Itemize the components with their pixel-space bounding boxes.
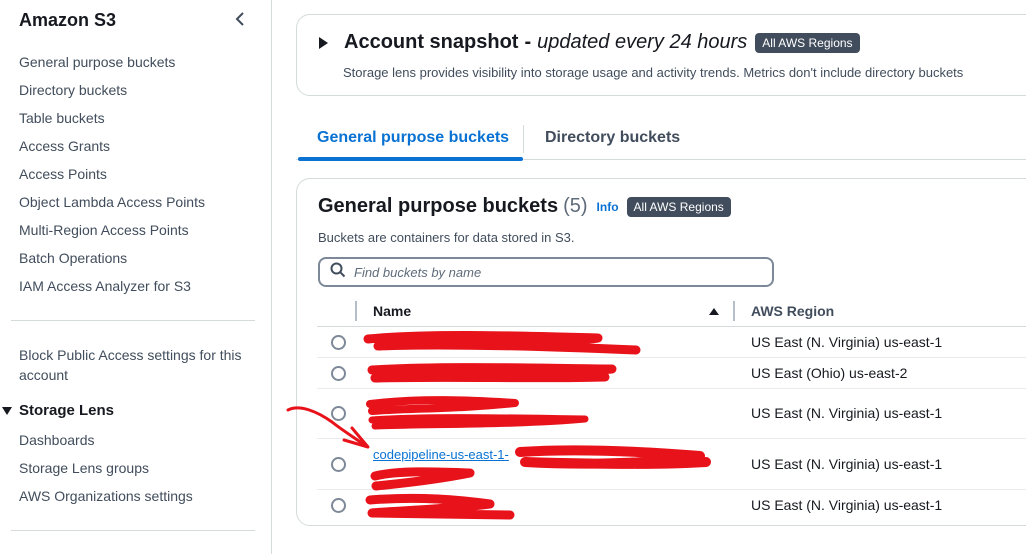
table-row: US East (N. Virginia) us-east-1 bbox=[317, 327, 1026, 358]
row-select-radio[interactable] bbox=[331, 498, 346, 513]
general-purpose-buckets-panel: General purpose buckets (5) Info All AWS… bbox=[296, 178, 1026, 526]
sort-ascending-icon[interactable] bbox=[709, 308, 719, 315]
sidebar-item-batch-operations[interactable]: Batch Operations bbox=[19, 248, 205, 276]
sidebar-item-general-purpose-buckets[interactable]: General purpose buckets bbox=[19, 52, 205, 80]
sidebar-navigation: Amazon S3 General purpose buckets Direct… bbox=[0, 0, 272, 554]
table-header: Name AWS Region bbox=[317, 297, 1026, 327]
buckets-title: General purpose buckets bbox=[318, 195, 559, 217]
column-header-region[interactable]: AWS Region bbox=[751, 303, 834, 319]
search-icon bbox=[330, 262, 346, 283]
buckets-description: Buckets are containers for data stored i… bbox=[318, 230, 575, 245]
storage-lens-menu: Dashboards Storage Lens groups AWS Organ… bbox=[19, 430, 193, 514]
table-row: US East (Ohio) us-east-2 bbox=[317, 358, 1026, 389]
active-tab-indicator bbox=[298, 157, 523, 161]
account-snapshot-header[interactable]: Account snapshot - updated every 24 hour… bbox=[319, 31, 860, 54]
tab-divider bbox=[523, 125, 524, 153]
sidebar-item-dashboards[interactable]: Dashboards bbox=[19, 430, 193, 458]
expand-triangle-icon bbox=[2, 406, 12, 415]
table-row: US East (N. Virginia) us-east-1 bbox=[317, 389, 1026, 439]
column-divider bbox=[355, 301, 357, 321]
expand-triangle-icon bbox=[319, 36, 328, 49]
row-select-radio[interactable] bbox=[331, 406, 346, 421]
buckets-header: General purpose buckets (5) Info All AWS… bbox=[318, 195, 731, 218]
collapse-sidebar-icon[interactable] bbox=[232, 10, 250, 28]
sidebar-divider bbox=[11, 530, 255, 531]
table-row: US East (N. Virginia) us-east-1 bbox=[317, 490, 1026, 521]
sidebar-item-object-lambda-access-points[interactable]: Object Lambda Access Points bbox=[19, 192, 205, 220]
sidebar-menu: General purpose buckets Directory bucket… bbox=[19, 52, 205, 304]
sidebar-item-block-public-access[interactable]: Block Public Access settings for this ac… bbox=[19, 345, 259, 385]
region-badge: All AWS Regions bbox=[755, 32, 860, 53]
region-badge: All AWS Regions bbox=[626, 196, 731, 217]
sidebar-item-access-points[interactable]: Access Points bbox=[19, 164, 205, 192]
info-link[interactable]: Info bbox=[597, 200, 619, 214]
tab-directory-buckets[interactable]: Directory buckets bbox=[545, 129, 680, 147]
bucket-region: US East (N. Virginia) us-east-1 bbox=[751, 456, 943, 472]
bucket-region: US East (N. Virginia) us-east-1 bbox=[751, 334, 943, 350]
sidebar-divider bbox=[11, 320, 255, 321]
bucket-region: US East (Ohio) us-east-2 bbox=[751, 365, 908, 381]
sidebar-item-storage-lens-groups[interactable]: Storage Lens groups bbox=[19, 458, 193, 486]
sidebar-item-aws-organizations-settings[interactable]: AWS Organizations settings bbox=[19, 486, 193, 514]
snapshot-subtitle: updated every 24 hours bbox=[537, 31, 748, 53]
sidebar-title[interactable]: Amazon S3 bbox=[19, 10, 116, 31]
table-row: codepipeline-us-east-1- US East (N. Virg… bbox=[317, 439, 1026, 490]
bucket-region: US East (N. Virginia) us-east-1 bbox=[751, 405, 943, 421]
column-header-name[interactable]: Name bbox=[373, 303, 411, 319]
account-snapshot-panel: Account snapshot - updated every 24 hour… bbox=[296, 14, 1026, 96]
row-select-radio[interactable] bbox=[331, 335, 346, 350]
bucket-name-link[interactable]: codepipeline-us-east-1- bbox=[373, 447, 509, 462]
bucket-region: US East (N. Virginia) us-east-1 bbox=[751, 497, 943, 513]
sidebar-item-iam-access-analyzer[interactable]: IAM Access Analyzer for S3 bbox=[19, 276, 205, 304]
bucket-search-input[interactable] bbox=[354, 264, 754, 280]
sidebar-section-label: Storage Lens bbox=[19, 402, 115, 419]
tab-general-purpose-buckets[interactable]: General purpose buckets bbox=[317, 129, 509, 147]
sidebar-section-storage-lens[interactable]: Storage Lens bbox=[2, 402, 114, 419]
bucket-type-tabs: General purpose buckets Directory bucket… bbox=[296, 120, 1026, 161]
snapshot-description: Storage lens provides visibility into st… bbox=[343, 65, 964, 80]
row-select-radio[interactable] bbox=[331, 366, 346, 381]
bucket-search-field[interactable] bbox=[318, 257, 774, 287]
column-resizer[interactable] bbox=[733, 301, 735, 321]
sidebar-item-directory-buckets[interactable]: Directory buckets bbox=[19, 80, 205, 108]
snapshot-title: Account snapshot bbox=[344, 31, 519, 53]
sidebar-item-multi-region-access-points[interactable]: Multi-Region Access Points bbox=[19, 220, 205, 248]
row-select-radio[interactable] bbox=[331, 457, 346, 472]
sidebar-item-table-buckets[interactable]: Table buckets bbox=[19, 108, 205, 136]
sidebar-item-access-grants[interactable]: Access Grants bbox=[19, 136, 205, 164]
snapshot-separator: - bbox=[524, 31, 532, 53]
buckets-count: (5) bbox=[563, 195, 588, 217]
